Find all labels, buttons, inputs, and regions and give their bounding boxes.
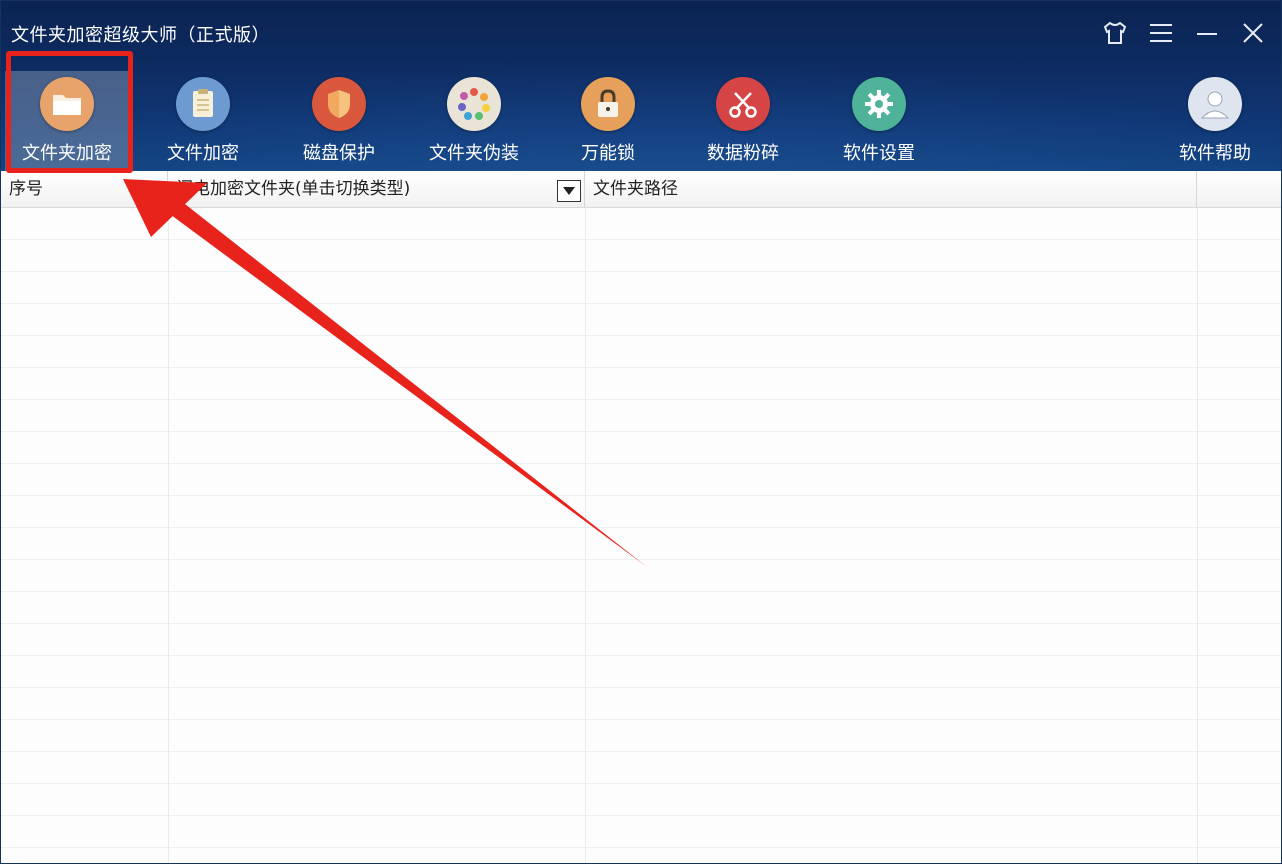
tshirt-icon xyxy=(1103,21,1127,44)
column-header-extra xyxy=(1197,171,1281,208)
tool-file-encrypt[interactable]: 文件加密 xyxy=(141,71,265,171)
tool-data-shred[interactable]: 数据粉碎 xyxy=(681,71,805,171)
dropdown-arrow-icon xyxy=(563,187,575,195)
column-divider xyxy=(585,208,586,863)
lock-icon xyxy=(581,77,635,131)
folder-list-table: 序号 闪电加密文件夹(单击切换类型) 文件夹路径 xyxy=(1,171,1281,863)
menu-icon xyxy=(1150,24,1172,42)
column-header-folder-type[interactable]: 闪电加密文件夹(单击切换类型) xyxy=(168,171,585,208)
tool-label: 文件夹伪装 xyxy=(429,143,519,164)
column-header-folder-type-label: 闪电加密文件夹(单击切换类型) xyxy=(176,179,411,199)
menu-button[interactable] xyxy=(1147,15,1175,51)
tool-universal-lock[interactable]: 万能锁 xyxy=(546,71,670,171)
user-icon xyxy=(1188,77,1242,131)
tool-settings[interactable]: 软件设置 xyxy=(817,71,941,171)
column-divider xyxy=(168,208,169,863)
tool-label: 万能锁 xyxy=(581,143,635,164)
tool-label: 数据粉碎 xyxy=(707,143,779,164)
window-controls xyxy=(1101,15,1267,51)
shield-icon xyxy=(312,77,366,131)
tool-folder-disguise[interactable]: 文件夹伪装 xyxy=(412,71,536,171)
close-button[interactable] xyxy=(1239,15,1267,51)
tool-disk-protect[interactable]: 磁盘保护 xyxy=(277,71,401,171)
minimize-icon xyxy=(1197,33,1217,35)
document-icon xyxy=(176,77,230,131)
close-icon xyxy=(1243,23,1263,43)
main-toolbar: 文件夹加密 文件加密 磁盘保护 文件夹伪装 万能锁 数据粉碎 软件设置 软件帮助 xyxy=(1,71,1281,171)
column-header-index[interactable]: 序号 xyxy=(1,171,168,208)
table-body xyxy=(1,208,1281,863)
color-wheel-icon xyxy=(447,77,501,131)
column-divider xyxy=(1197,208,1198,863)
minimize-button[interactable] xyxy=(1193,15,1221,51)
tool-label: 磁盘保护 xyxy=(303,143,375,164)
tool-help[interactable]: 软件帮助 xyxy=(1153,71,1277,171)
table-header: 序号 闪电加密文件夹(单击切换类型) 文件夹路径 xyxy=(1,171,1281,208)
tool-label: 文件加密 xyxy=(167,143,239,164)
skin-button[interactable] xyxy=(1101,15,1129,51)
scissors-icon xyxy=(716,77,770,131)
tool-label: 软件帮助 xyxy=(1179,143,1251,164)
column-header-folder-path[interactable]: 文件夹路径 xyxy=(585,171,1197,208)
folder-icon xyxy=(40,77,94,131)
gear-icon xyxy=(852,77,906,131)
tool-folder-encrypt[interactable]: 文件夹加密 xyxy=(5,71,129,171)
type-dropdown-button[interactable] xyxy=(557,180,581,202)
window-title: 文件夹加密超级大师（正式版） xyxy=(11,25,270,46)
tool-label: 文件夹加密 xyxy=(22,143,112,164)
tool-label: 软件设置 xyxy=(843,143,915,164)
app-window: 文件夹加密超级大师（正式版） 文件夹加密 文件加密 磁盘保护 文件夹伪装 万能锁… xyxy=(0,0,1282,864)
